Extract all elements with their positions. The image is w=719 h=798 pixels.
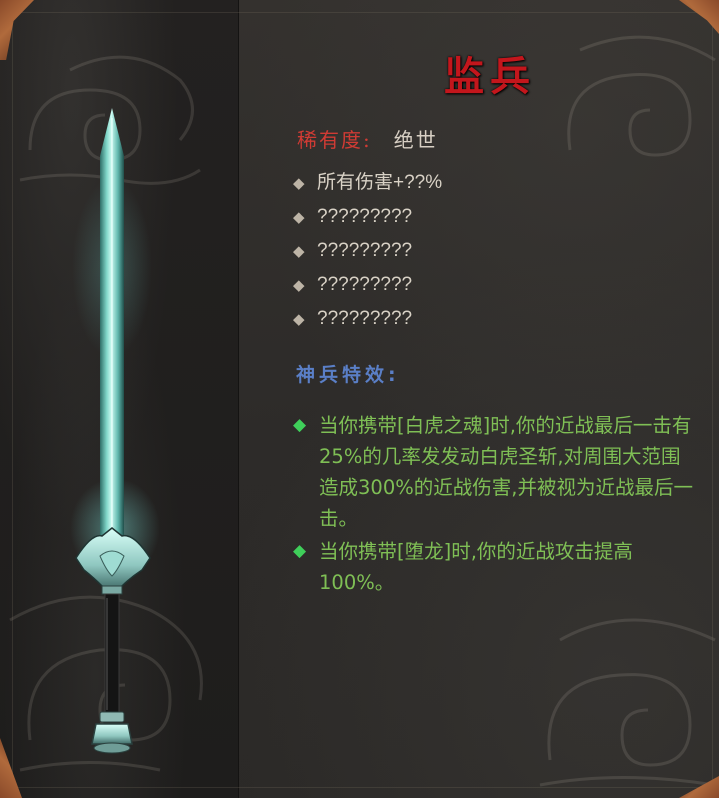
stat-text: 所有伤害+??% xyxy=(317,172,443,193)
diamond-icon: ◆ xyxy=(293,175,305,192)
special-effect-list: ◆ 当你携带[白虎之魂]时,你的近战最后一击有25%的几率发发动白虎圣斩,对周围大… xyxy=(293,410,693,600)
cloud-pattern-decoration xyxy=(567,35,716,157)
diamond-icon: ◆ xyxy=(293,209,305,226)
special-effect-item: ◆ 当你携带[堕龙]时,你的近战攻击提高100%。 xyxy=(293,536,693,598)
stat-text: ????????? xyxy=(317,308,413,329)
rarity-label: 稀有度: xyxy=(297,128,372,152)
special-effect-text: 当你携带[白虎之魂]时,你的近战最后一击有25%的几率发发动白虎圣斩,对周围大范… xyxy=(319,414,693,530)
special-effect-item: ◆ 当你携带[白虎之魂]时,你的近战最后一击有25%的几率发发动白虎圣斩,对周围大… xyxy=(293,410,693,534)
stat-line: ◆ 所有伤害+??% xyxy=(293,168,442,202)
diamond-icon: ◆ xyxy=(293,311,305,328)
green-diamond-icon: ◆ xyxy=(293,541,307,561)
stat-text: ????????? xyxy=(317,274,413,295)
diamond-icon: ◆ xyxy=(293,277,305,294)
rarity-row: 稀有度: 绝世 xyxy=(297,124,438,153)
green-diamond-icon: ◆ xyxy=(293,415,307,435)
item-name: 监兵 xyxy=(444,53,536,100)
cloud-pattern-decoration xyxy=(539,618,716,787)
stat-text: ????????? xyxy=(317,206,413,227)
stat-line: ◆????????? xyxy=(293,236,442,270)
stat-line: ◆????????? xyxy=(293,202,442,236)
sword-icon xyxy=(70,108,160,754)
item-tooltip: 监兵 稀有度: 绝世 ◆ 所有伤害+??% ◆????????? ◆????????… xyxy=(0,0,719,798)
diamond-icon: ◆ xyxy=(293,243,305,260)
weapon-panel xyxy=(0,0,239,798)
stat-text: ????????? xyxy=(317,240,413,261)
stat-list: ◆ 所有伤害+??% ◆????????? ◆????????? ◆???????… xyxy=(293,168,442,338)
stat-line: ◆????????? xyxy=(293,270,442,304)
stat-line: ◆????????? xyxy=(293,304,442,338)
special-effect-heading: 神兵特效: xyxy=(296,364,400,386)
rarity-value: 绝世 xyxy=(393,128,438,152)
special-effect-text: 当你携带[堕龙]时,你的近战攻击提高100%。 xyxy=(319,540,633,594)
